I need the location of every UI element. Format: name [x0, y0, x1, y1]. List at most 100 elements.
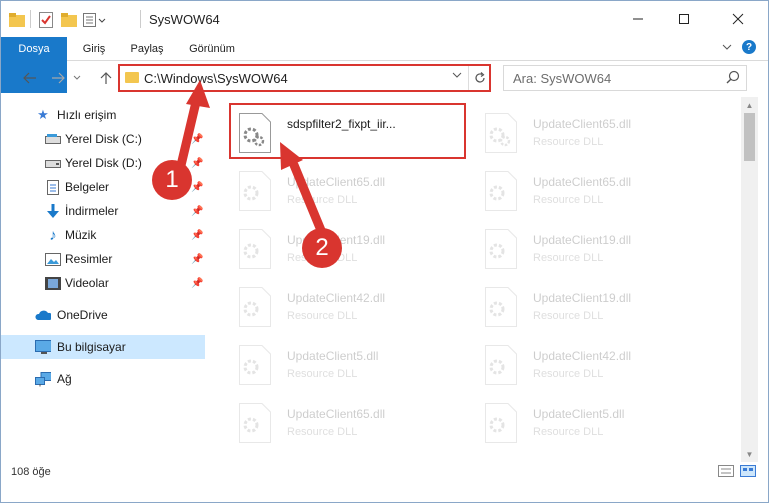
dll-file-icon — [239, 229, 271, 269]
sidebar-item-local-disk-c[interactable]: Yerel Disk (C:) 📌 — [1, 127, 205, 151]
sidebar-item-label: Yerel Disk (D:) — [65, 156, 142, 170]
dll-file-icon — [485, 171, 517, 211]
file-name: UpdateClient65.dll — [287, 175, 386, 189]
dll-file-icon — [485, 229, 517, 269]
pin-icon[interactable]: 📌 — [191, 278, 203, 289]
properties-icon[interactable] — [37, 11, 55, 29]
details-view-icon[interactable] — [718, 465, 734, 480]
file-type: Resource DLL — [533, 310, 604, 322]
pin-icon[interactable]: 📌 — [191, 182, 203, 193]
pictures-icon — [45, 251, 61, 267]
item-count: 108 öğe — [11, 466, 51, 478]
list-item[interactable]: UpdateClient65.dll Resource DLL — [231, 163, 471, 219]
search-input[interactable]: Ara: SysWOW64 — [503, 65, 747, 91]
search-placeholder: Ara: SysWOW64 — [513, 71, 612, 86]
sidebar-item-videos[interactable]: Videolar 📌 — [1, 271, 205, 295]
file-type: Resource DLL — [533, 368, 604, 380]
drive-icon — [45, 131, 61, 147]
file-type: Resource DLL — [533, 426, 604, 438]
expand-ribbon-icon[interactable] — [722, 40, 732, 54]
sidebar-item-onedrive[interactable]: OneDrive — [1, 303, 205, 327]
pin-icon[interactable]: 📌 — [191, 134, 203, 145]
sidebar-item-quick-access[interactable]: ★ Hızlı erişim — [1, 103, 205, 127]
help-icon[interactable]: ? — [742, 40, 756, 54]
list-item[interactable]: UpdateClient5.dll Resource DLL — [231, 337, 471, 393]
list-item[interactable]: UpdateClient19.dll Resource DLL — [477, 221, 717, 277]
list-item[interactable]: UpdateClient65.dll Resource DLL — [477, 105, 717, 161]
step-badge-2: 2 — [302, 228, 342, 268]
videos-icon — [45, 275, 61, 291]
list-item[interactable]: UpdateClient5.dll Resource DLL — [477, 395, 717, 451]
dll-file-icon — [485, 287, 517, 327]
close-icon[interactable] — [715, 1, 761, 37]
divider — [30, 10, 31, 28]
new-folder-icon[interactable] — [61, 11, 77, 29]
dll-file-icon — [485, 345, 517, 385]
divider — [140, 10, 141, 28]
sidebar-item-label: Bu bilgisayar — [57, 340, 126, 354]
file-name: UpdateClient5.dll — [287, 349, 379, 363]
file-highlight — [229, 103, 466, 159]
pin-icon[interactable]: 📌 — [191, 206, 203, 217]
dll-file-icon — [239, 287, 271, 327]
folder-icon — [9, 11, 25, 29]
pin-icon[interactable]: 📌 — [191, 254, 203, 265]
file-name: UpdateClient65.dll — [533, 117, 632, 131]
sidebar-item-label: Resimler — [65, 252, 113, 266]
computer-icon — [35, 339, 51, 355]
list-item[interactable]: UpdateClient65.dll Resource DLL — [477, 163, 717, 219]
tab-view[interactable]: Görünüm — [179, 37, 245, 61]
vertical-scrollbar[interactable]: ▲ ▼ — [741, 97, 758, 462]
dll-file-icon — [485, 113, 517, 153]
sidebar-item-label: Belgeler — [65, 180, 110, 194]
file-name: UpdateClient19.dll — [533, 233, 632, 247]
sidebar-item-network[interactable]: Ağ — [1, 367, 205, 391]
scroll-down-icon[interactable]: ▼ — [741, 446, 758, 462]
sidebar-item-downloads[interactable]: İndirmeler 📌 — [1, 199, 205, 223]
sidebar-item-pictures[interactable]: Resimler 📌 — [1, 247, 205, 271]
sidebar-item-this-pc[interactable]: Bu bilgisayar — [1, 335, 205, 359]
network-icon — [35, 371, 51, 387]
sidebar-item-label: Ağ — [57, 372, 72, 386]
step-badge-1: 1 — [152, 160, 192, 200]
documents-icon — [45, 179, 61, 195]
large-icons-view-icon[interactable] — [740, 465, 756, 480]
sidebar-item-label: Videolar — [65, 276, 109, 290]
title-bar: SysWOW64 — [1, 1, 768, 37]
list-item[interactable]: UpdateClient42.dll Resource DLL — [477, 337, 717, 393]
dll-file-icon — [239, 171, 271, 211]
dll-file-icon — [239, 345, 271, 385]
list-item[interactable]: UpdateClient65.dll Resource DLL — [231, 395, 471, 451]
back-icon[interactable] — [19, 67, 41, 89]
pin-icon[interactable]: 📌 — [191, 230, 203, 241]
file-type: Resource DLL — [533, 136, 604, 148]
list-item[interactable]: UpdateClient19.dll Resource DLL — [477, 279, 717, 335]
file-name: UpdateClient19.dll — [533, 291, 632, 305]
music-icon: ♪ — [49, 226, 57, 244]
file-name: UpdateClient42.dll — [533, 349, 632, 363]
search-icon[interactable] — [726, 70, 740, 87]
dll-file-icon — [485, 403, 517, 443]
list-item[interactable]: UpdateClient42.dll Resource DLL — [231, 279, 471, 335]
customize-toolbar-icon[interactable] — [83, 11, 109, 29]
dll-file-icon — [239, 403, 271, 443]
downloads-icon — [45, 203, 61, 219]
file-type: Resource DLL — [287, 368, 358, 380]
sidebar-item-label: Hızlı erişim — [57, 108, 117, 122]
up-icon[interactable] — [95, 67, 117, 89]
sidebar-item-music[interactable]: ♪ Müzik 📌 — [1, 223, 205, 247]
tab-share[interactable]: Paylaş — [121, 37, 173, 61]
forward-icon[interactable] — [47, 67, 69, 89]
minimize-icon[interactable] — [615, 1, 661, 37]
window-title: SysWOW64 — [149, 12, 220, 27]
file-type: Resource DLL — [533, 252, 604, 264]
maximize-icon[interactable] — [661, 1, 707, 37]
recent-locations-icon[interactable] — [71, 67, 83, 89]
pin-icon[interactable]: 📌 — [191, 158, 203, 169]
scroll-up-icon[interactable]: ▲ — [741, 97, 758, 113]
navigation-pane: ★ Hızlı erişim Yerel Disk (C:) 📌 Yerel D… — [1, 97, 211, 462]
scrollbar-thumb[interactable] — [744, 113, 755, 161]
sidebar-item-label: OneDrive — [57, 308, 108, 322]
tab-home[interactable]: Giriş — [71, 37, 117, 61]
list-item[interactable]: UpdateClient19.dll Resource DLL — [231, 221, 471, 277]
